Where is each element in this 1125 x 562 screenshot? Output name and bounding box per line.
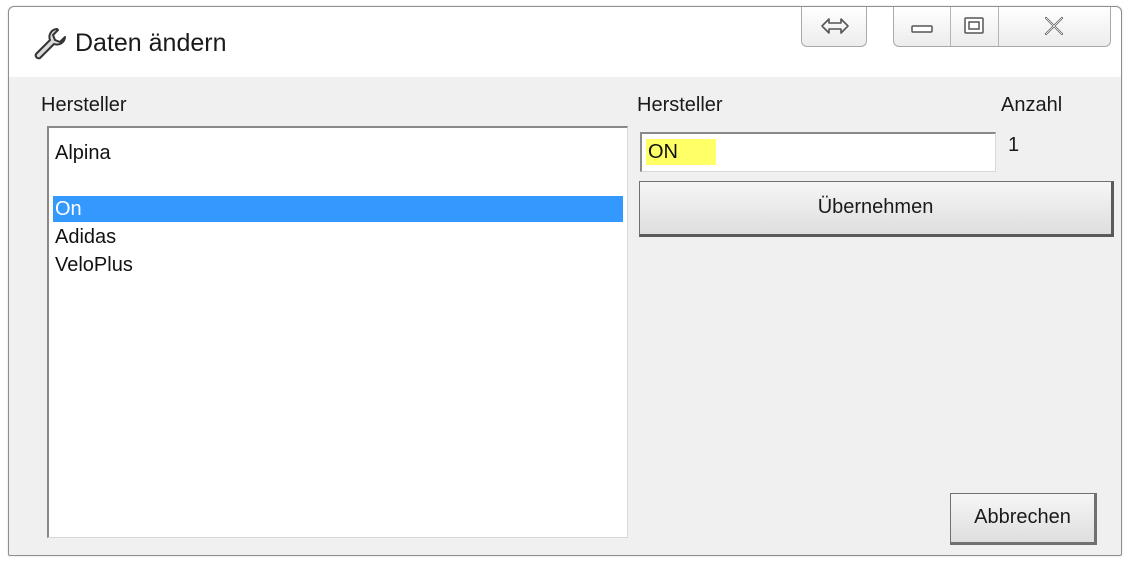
anzahl-label: Anzahl bbox=[1001, 94, 1063, 116]
list-item-alpina[interactable]: Alpina bbox=[53, 140, 623, 166]
left-hersteller-label: Hersteller bbox=[41, 94, 127, 116]
minimize-button[interactable] bbox=[894, 7, 950, 46]
dialog-window: Daten ändern Hersteller Alpina On Adidas… bbox=[8, 6, 1122, 556]
resize-arrows-icon bbox=[821, 18, 849, 34]
resize-button[interactable] bbox=[801, 7, 867, 47]
hersteller-input-value[interactable]: ON bbox=[646, 139, 716, 165]
window-title: Daten ändern bbox=[75, 29, 227, 57]
right-hersteller-label: Hersteller bbox=[637, 94, 723, 116]
wrench-icon bbox=[34, 28, 66, 60]
close-button[interactable] bbox=[999, 7, 1111, 46]
window-controls bbox=[893, 7, 1111, 47]
anzahl-value: 1 bbox=[1008, 134, 1020, 156]
minimize-icon bbox=[911, 25, 933, 33]
list-item-veloplus[interactable]: VeloPlus bbox=[53, 252, 623, 278]
list-item-adidas[interactable]: Adidas bbox=[53, 224, 623, 250]
maximize-icon bbox=[964, 17, 984, 34]
apply-button[interactable]: Übernehmen bbox=[639, 181, 1114, 237]
maximize-button[interactable] bbox=[951, 7, 998, 46]
close-icon bbox=[1044, 16, 1064, 36]
list-item-empty[interactable] bbox=[53, 168, 623, 194]
hersteller-input[interactable]: ON bbox=[640, 132, 996, 172]
title-bar[interactable]: Daten ändern bbox=[9, 7, 1121, 77]
cancel-button[interactable]: Abbrechen bbox=[950, 493, 1097, 545]
manufacturer-listbox[interactable]: Alpina On Adidas VeloPlus bbox=[47, 126, 628, 538]
list-item-on[interactable]: On bbox=[53, 196, 623, 222]
